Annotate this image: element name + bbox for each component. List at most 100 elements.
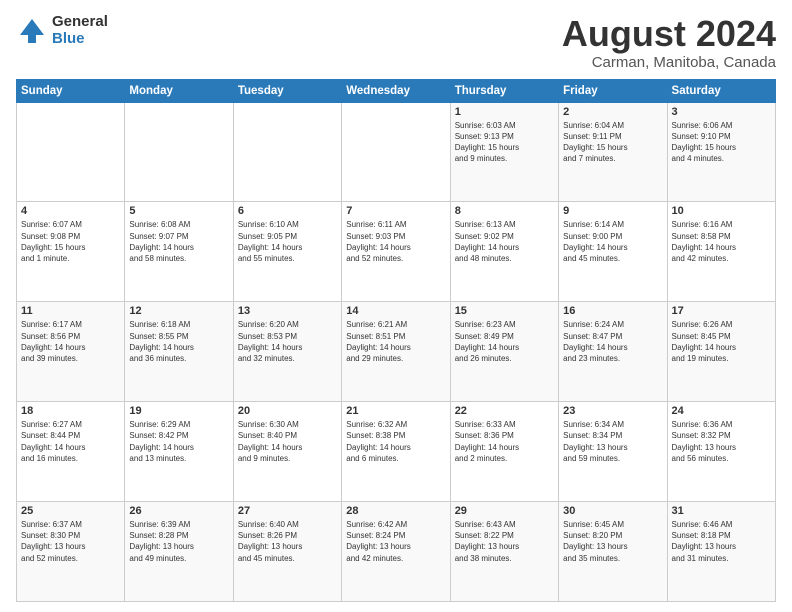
day-number: 27: [238, 505, 337, 517]
day-info: Sunrise: 6:20 AM Sunset: 8:53 PM Dayligh…: [238, 319, 337, 364]
day-info: Sunrise: 6:23 AM Sunset: 8:49 PM Dayligh…: [455, 319, 554, 364]
calendar-day-cell: 8Sunrise: 6:13 AM Sunset: 9:02 PM Daylig…: [450, 202, 558, 302]
calendar-day-cell: 15 Sunrise: 6:23 AM Sunset: 8:49 PM Dayli…: [450, 302, 558, 402]
logo-icon: [16, 15, 48, 47]
header: General Blue August 2024 Carman, Manitob…: [16, 14, 776, 71]
calendar-table: SundayMondayTuesdayWednesdayThursdayFrid…: [16, 79, 776, 602]
calendar-day-cell: 29Sunrise: 6:43 AM Sunset: 8:22 PM Dayli…: [450, 502, 558, 602]
day-number: 17: [672, 305, 771, 317]
day-number: 28: [346, 505, 445, 517]
day-number: 5: [129, 205, 228, 217]
calendar-day-cell: 30 Sunrise: 6:45 AM Sunset: 8:20 PM Dayli…: [559, 502, 667, 602]
day-info: Sunrise: 6:32 AM Sunset: 8:38 PM Dayligh…: [346, 419, 445, 464]
calendar-day-cell: 5 Sunrise: 6:08 AM Sunset: 9:07 PM Daylig…: [125, 202, 233, 302]
day-info: Sunrise: 6:34 AM Sunset: 8:34 PM Dayligh…: [563, 419, 662, 464]
day-info: Sunrise: 6:40 AM Sunset: 8:26 PM Dayligh…: [238, 519, 337, 564]
day-number: 24: [672, 405, 771, 417]
calendar-day-cell: 12Sunrise: 6:18 AM Sunset: 8:55 PM Dayli…: [125, 302, 233, 402]
day-info: Sunrise: 6:26 AM Sunset: 8:45 PM Dayligh…: [672, 319, 771, 364]
day-number: 8: [455, 205, 554, 217]
day-number: 16: [563, 305, 662, 317]
logo: General Blue: [16, 14, 108, 47]
day-number: 3: [672, 106, 771, 118]
calendar-day-cell: 21Sunrise: 6:32 AM Sunset: 8:38 PM Dayli…: [342, 402, 450, 502]
calendar-day-cell: 25 Sunrise: 6:37 AM Sunset: 8:30 PM Dayli…: [17, 502, 125, 602]
calendar-day-cell: 18Sunrise: 6:27 AM Sunset: 8:44 PM Dayli…: [17, 402, 125, 502]
calendar-day-cell: [342, 102, 450, 202]
calendar-day-cell: 13 Sunrise: 6:20 AM Sunset: 8:53 PM Dayli…: [233, 302, 341, 402]
day-info: Sunrise: 6:33 AM Sunset: 8:36 PM Dayligh…: [455, 419, 554, 464]
calendar-day-cell: [233, 102, 341, 202]
calendar-day-cell: 6Sunrise: 6:10 AM Sunset: 9:05 PM Daylig…: [233, 202, 341, 302]
calendar-day-cell: 23 Sunrise: 6:34 AM Sunset: 8:34 PM Dayli…: [559, 402, 667, 502]
day-number: 4: [21, 205, 120, 217]
day-number: 29: [455, 505, 554, 517]
day-info: Sunrise: 6:14 AM Sunset: 9:00 PM Dayligh…: [563, 219, 662, 264]
day-info: Sunrise: 6:42 AM Sunset: 8:24 PM Dayligh…: [346, 519, 445, 564]
day-number: 7: [346, 205, 445, 217]
day-info: Sunrise: 6:07 AM Sunset: 9:08 PM Dayligh…: [21, 219, 120, 264]
calendar-day-cell: [17, 102, 125, 202]
calendar-day-cell: 3Sunrise: 6:06 AM Sunset: 9:10 PM Daylig…: [667, 102, 775, 202]
day-number: 10: [672, 205, 771, 217]
day-number: 23: [563, 405, 662, 417]
calendar-day-cell: 20Sunrise: 6:30 AM Sunset: 8:40 PM Dayli…: [233, 402, 341, 502]
day-number: 14: [346, 305, 445, 317]
calendar-header-cell: Wednesday: [342, 79, 450, 102]
calendar-day-cell: 26Sunrise: 6:39 AM Sunset: 8:28 PM Dayli…: [125, 502, 233, 602]
calendar-header-row: SundayMondayTuesdayWednesdayThursdayFrid…: [17, 79, 776, 102]
calendar-week-row: 4 Sunrise: 6:07 AM Sunset: 9:08 PM Daylig…: [17, 202, 776, 302]
calendar-header-cell: Saturday: [667, 79, 775, 102]
day-info: Sunrise: 6:04 AM Sunset: 9:11 PM Dayligh…: [563, 120, 662, 165]
calendar-header-cell: Monday: [125, 79, 233, 102]
day-info: Sunrise: 6:08 AM Sunset: 9:07 PM Dayligh…: [129, 219, 228, 264]
calendar-week-row: 11 Sunrise: 6:17 AM Sunset: 8:56 PM Dayli…: [17, 302, 776, 402]
day-number: 20: [238, 405, 337, 417]
calendar-day-cell: 9 Sunrise: 6:14 AM Sunset: 9:00 PM Daylig…: [559, 202, 667, 302]
main-title: August 2024: [562, 14, 776, 54]
calendar-header: SundayMondayTuesdayWednesdayThursdayFrid…: [17, 79, 776, 102]
calendar-week-row: 25 Sunrise: 6:37 AM Sunset: 8:30 PM Dayli…: [17, 502, 776, 602]
day-info: Sunrise: 6:45 AM Sunset: 8:20 PM Dayligh…: [563, 519, 662, 564]
day-number: 19: [129, 405, 228, 417]
calendar-day-cell: 11 Sunrise: 6:17 AM Sunset: 8:56 PM Dayli…: [17, 302, 125, 402]
day-number: 12: [129, 305, 228, 317]
day-number: 11: [21, 305, 120, 317]
calendar-day-cell: 19 Sunrise: 6:29 AM Sunset: 8:42 PM Dayli…: [125, 402, 233, 502]
day-number: 1: [455, 106, 554, 118]
day-number: 30: [563, 505, 662, 517]
calendar-header-cell: Friday: [559, 79, 667, 102]
day-info: Sunrise: 6:17 AM Sunset: 8:56 PM Dayligh…: [21, 319, 120, 364]
calendar-header-cell: Tuesday: [233, 79, 341, 102]
calendar-day-cell: 22 Sunrise: 6:33 AM Sunset: 8:36 PM Dayli…: [450, 402, 558, 502]
calendar-day-cell: 17 Sunrise: 6:26 AM Sunset: 8:45 PM Dayli…: [667, 302, 775, 402]
calendar-day-cell: [125, 102, 233, 202]
day-info: Sunrise: 6:03 AM Sunset: 9:13 PM Dayligh…: [455, 120, 554, 165]
title-block: August 2024 Carman, Manitoba, Canada: [562, 14, 776, 71]
day-info: Sunrise: 6:36 AM Sunset: 8:32 PM Dayligh…: [672, 419, 771, 464]
calendar-day-cell: 4 Sunrise: 6:07 AM Sunset: 9:08 PM Daylig…: [17, 202, 125, 302]
calendar-day-cell: 7Sunrise: 6:11 AM Sunset: 9:03 PM Daylig…: [342, 202, 450, 302]
day-number: 15: [455, 305, 554, 317]
day-info: Sunrise: 6:46 AM Sunset: 8:18 PM Dayligh…: [672, 519, 771, 564]
calendar-week-row: 18Sunrise: 6:27 AM Sunset: 8:44 PM Dayli…: [17, 402, 776, 502]
day-info: Sunrise: 6:29 AM Sunset: 8:42 PM Dayligh…: [129, 419, 228, 464]
day-number: 9: [563, 205, 662, 217]
calendar-week-row: 1 Sunrise: 6:03 AM Sunset: 9:13 PM Daylig…: [17, 102, 776, 202]
day-info: Sunrise: 6:39 AM Sunset: 8:28 PM Dayligh…: [129, 519, 228, 564]
day-info: Sunrise: 6:21 AM Sunset: 8:51 PM Dayligh…: [346, 319, 445, 364]
calendar-body: 1 Sunrise: 6:03 AM Sunset: 9:13 PM Daylig…: [17, 102, 776, 601]
calendar-day-cell: 2Sunrise: 6:04 AM Sunset: 9:11 PM Daylig…: [559, 102, 667, 202]
logo-general-text: General: [52, 14, 108, 31]
day-number: 13: [238, 305, 337, 317]
logo-blue-text: Blue: [52, 31, 108, 48]
calendar-day-cell: 24 Sunrise: 6:36 AM Sunset: 8:32 PM Dayli…: [667, 402, 775, 502]
day-number: 6: [238, 205, 337, 217]
calendar-day-cell: 27 Sunrise: 6:40 AM Sunset: 8:26 PM Dayli…: [233, 502, 341, 602]
day-number: 25: [21, 505, 120, 517]
day-info: Sunrise: 6:24 AM Sunset: 8:47 PM Dayligh…: [563, 319, 662, 364]
calendar-header-cell: Sunday: [17, 79, 125, 102]
day-number: 22: [455, 405, 554, 417]
logo-text: General Blue: [52, 14, 108, 47]
day-info: Sunrise: 6:37 AM Sunset: 8:30 PM Dayligh…: [21, 519, 120, 564]
